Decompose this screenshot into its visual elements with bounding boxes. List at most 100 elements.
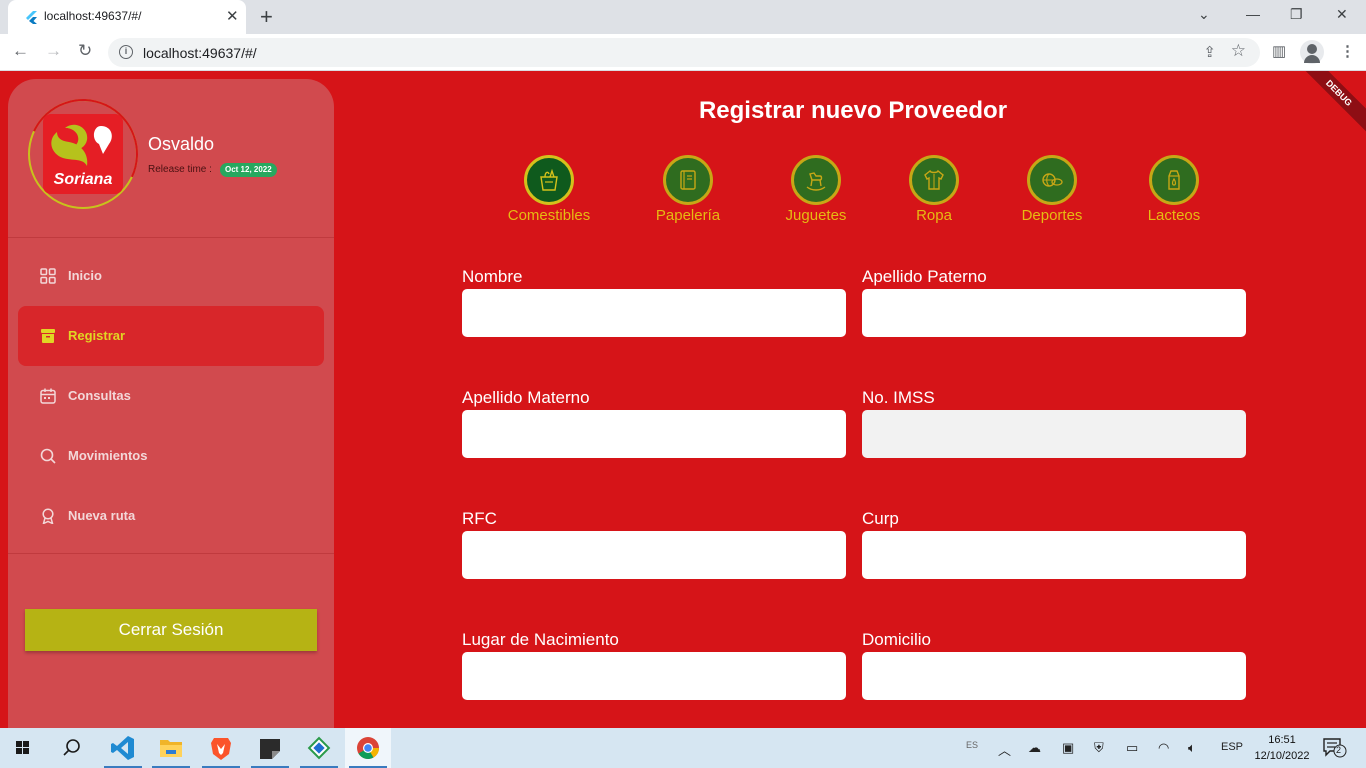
tab-close-icon[interactable]: ✕	[226, 7, 239, 25]
notes-icon	[260, 739, 280, 759]
category-comestibles[interactable]: Comestibles	[489, 155, 609, 227]
browser-toolbar: ← → ↻ i localhost:49637/#/ ⇪ ☆ ▥ ⋮	[0, 34, 1366, 71]
shirt-icon	[924, 169, 944, 190]
apellido-paterno-label: Apellido Paterno	[862, 267, 987, 286]
search-taskbar-button[interactable]	[48, 728, 94, 768]
sidebar-item-nueva-ruta[interactable]: Nueva ruta	[18, 486, 324, 546]
logout-button[interactable]: Cerrar Sesión	[25, 609, 317, 651]
sidebar-item-label: Consultas	[68, 388, 131, 403]
search-icon	[63, 739, 80, 756]
bookmark-star-icon[interactable]: ☆	[1231, 41, 1246, 61]
category-deportes[interactable]: Deportes	[992, 155, 1112, 227]
sidebar-divider	[8, 553, 334, 554]
menu-kebab-icon[interactable]: ⋮	[1340, 42, 1355, 60]
address-bar[interactable]: i localhost:49637/#/ ⇪ ☆	[108, 38, 1260, 67]
taskbar-brave[interactable]	[198, 728, 244, 768]
taskbar-app[interactable]	[296, 728, 342, 768]
forward-icon[interactable]: →	[45, 41, 62, 61]
sidebar-item-inicio[interactable]: Inicio	[18, 246, 324, 306]
award-icon	[42, 508, 54, 524]
notification-center-icon[interactable]: 2	[1322, 737, 1348, 759]
language-indicator[interactable]: ESP	[1221, 741, 1243, 753]
tab-search-icon[interactable]: ⌄	[1198, 6, 1210, 23]
lugar-nacimiento-label: Lugar de Nacimiento	[462, 630, 619, 649]
onedrive-cloud-icon[interactable]: ☁	[1028, 740, 1041, 756]
sidebar-item-movimientos[interactable]: Movimientos	[18, 426, 324, 486]
category-papeleria[interactable]: Papelería	[628, 155, 748, 227]
chrome-icon	[357, 737, 379, 759]
start-button[interactable]	[0, 728, 46, 768]
folder-icon	[160, 740, 182, 757]
soriana-logo-icon: Soriana	[43, 114, 123, 194]
side-panel-icon[interactable]: ▥	[1272, 42, 1286, 60]
category-label: Comestibles	[507, 207, 591, 224]
debug-banner: DEBUG	[1294, 71, 1366, 138]
window-close-icon[interactable]: ✕	[1336, 6, 1348, 23]
imss-label: No. IMSS	[862, 388, 935, 407]
brand-logo: Soriana	[12, 83, 154, 225]
battery-icon[interactable]: ▭	[1126, 740, 1138, 756]
nombre-field[interactable]	[462, 289, 846, 337]
apellido-materno-field[interactable]	[462, 410, 846, 458]
reload-icon[interactable]: ↻	[78, 41, 92, 61]
grocery-bag-icon	[540, 168, 558, 191]
flutter-favicon-icon	[26, 11, 37, 24]
rfc-label: RFC	[462, 509, 497, 528]
archive-box-icon	[41, 329, 55, 343]
category-label: Papelería	[655, 207, 721, 224]
site-info-icon[interactable]: i	[119, 45, 133, 59]
category-ropa[interactable]: Ropa	[874, 155, 994, 227]
category-lacteos[interactable]: Lacteos	[1114, 155, 1234, 227]
sidebar-item-consultas[interactable]: Consultas	[18, 366, 324, 426]
volume-icon[interactable]: 🔈︎	[1188, 740, 1196, 756]
brave-browser-icon	[211, 738, 231, 760]
minimize-icon[interactable]: —	[1246, 6, 1260, 22]
rocking-horse-icon	[806, 172, 826, 191]
restore-icon[interactable]: ❐	[1290, 6, 1303, 23]
clock-time: 16:51	[1268, 734, 1296, 746]
browser-tabstrip: localhost:49637/#/ ✕ + ⌄ — ❐ ✕	[0, 0, 1366, 34]
sports-balls-icon	[1042, 173, 1063, 187]
share-icon[interactable]: ⇪	[1203, 43, 1216, 61]
show-hidden-icons-icon[interactable]: ︿	[998, 740, 1011, 759]
taskbar-file-explorer[interactable]	[148, 728, 194, 768]
page-title: Registrar nuevo Proveedor	[698, 97, 1008, 124]
search-icon	[40, 448, 56, 464]
category-juguetes[interactable]: Juguetes	[756, 155, 876, 227]
browser-tab[interactable]: localhost:49637/#/ ✕	[8, 0, 246, 34]
clock-date: 12/10/2022	[1254, 750, 1310, 762]
sidebar-item-label: Inicio	[68, 268, 102, 283]
sidebar-item-label: Nueva ruta	[68, 508, 136, 523]
domicilio-label: Domicilio	[862, 630, 931, 649]
vscode-icon	[111, 736, 134, 760]
profile-avatar-icon[interactable]	[1300, 40, 1324, 64]
calendar-icon	[40, 388, 56, 404]
domicilio-field[interactable]	[862, 652, 1246, 700]
apellido-paterno-field[interactable]	[862, 289, 1246, 337]
taskbar-vscode[interactable]	[100, 728, 146, 768]
sidebar: Soriana Osvaldo Release time : Oct 12, 2…	[8, 79, 334, 728]
ime-indicator[interactable]: ES	[966, 740, 978, 750]
url-text[interactable]: localhost:49637/#/	[143, 45, 257, 61]
lugar-nacimiento-field[interactable]	[462, 652, 846, 700]
release-date-badge: Oct 12, 2022	[220, 163, 277, 177]
sidebar-item-registrar[interactable]: Registrar	[18, 306, 324, 366]
notification-count: 2	[1336, 745, 1342, 755]
clock[interactable]: 16:51 12/10/2022	[1250, 732, 1314, 764]
tab-title: localhost:49637/#/	[44, 9, 142, 23]
category-label: Lacteos	[1147, 207, 1201, 224]
app-viewport: DEBUG Soriana Osvaldo Release time : Oct…	[0, 71, 1366, 728]
curp-field[interactable]	[862, 531, 1246, 579]
imss-field[interactable]	[862, 410, 1246, 458]
nombre-label: Nombre	[462, 267, 523, 286]
wifi-icon[interactable]: ◠	[1158, 740, 1169, 756]
milk-carton-icon	[1168, 170, 1180, 190]
meet-now-icon[interactable]: ▣	[1062, 740, 1074, 756]
rfc-field[interactable]	[462, 531, 846, 579]
back-icon[interactable]: ←	[12, 41, 29, 61]
security-icon[interactable]: ⛨	[1094, 740, 1104, 756]
new-tab-icon[interactable]: +	[260, 4, 273, 30]
taskbar-chrome[interactable]	[345, 728, 391, 768]
category-label: Deportes	[1021, 207, 1083, 224]
taskbar-sticky-notes[interactable]	[247, 728, 293, 768]
